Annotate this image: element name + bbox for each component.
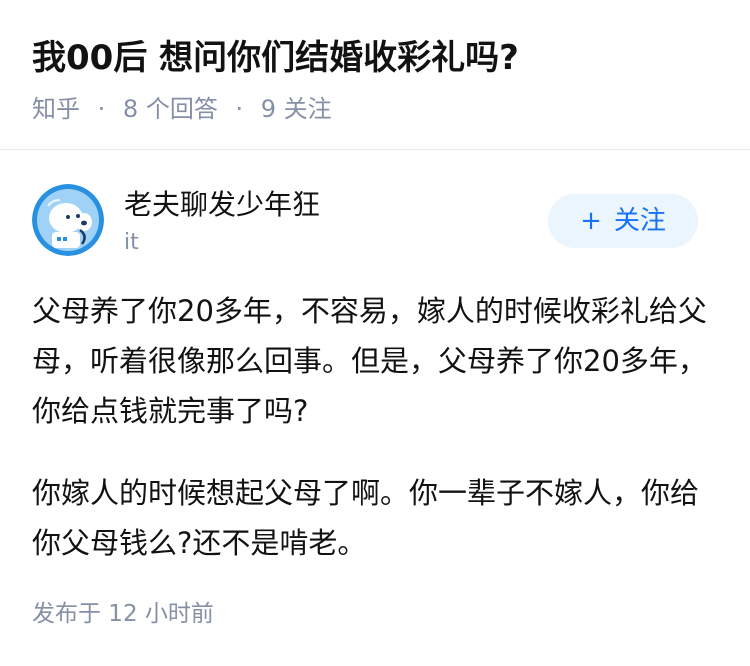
answer-count[interactable]: 8 个回答 bbox=[123, 95, 218, 123]
author-row: 老夫聊发少年狂 it + 关注 bbox=[32, 184, 718, 264]
meta-separator: · bbox=[235, 95, 244, 123]
question-meta: 知乎 · 8 个回答 · 9 关注 bbox=[32, 92, 332, 126]
answer-content: 父母养了你20多年，不容易，嫁人的时候收彩礼给父母，听着很像那么回事。但是，父母… bbox=[32, 286, 718, 600]
meta-separator: · bbox=[97, 95, 106, 123]
publish-time: 发布于 12 小时前 bbox=[32, 601, 214, 627]
follower-count: 9 关注 bbox=[260, 95, 332, 123]
follow-button[interactable]: + 关注 bbox=[548, 194, 698, 248]
answer-paragraph: 你嫁人的时候想起父母了啊。你一辈子不嫁人，你给你父母钱么?还不是啃老。 bbox=[32, 476, 700, 560]
question-title[interactable]: 我00后 想问你们结婚收彩礼吗? bbox=[32, 36, 519, 80]
author-name[interactable]: 老夫聊发少年狂 bbox=[124, 186, 320, 224]
plus-icon: + bbox=[580, 206, 602, 236]
source-label[interactable]: 知乎 bbox=[32, 95, 80, 123]
robot-mascot-avatar-icon bbox=[32, 184, 104, 256]
avatar[interactable] bbox=[32, 184, 104, 256]
answer-paragraph: 父母养了你20多年，不容易，嫁人的时候收彩礼给父母，听着很像那么回事。但是，父母… bbox=[32, 294, 707, 428]
follow-button-label: 关注 bbox=[613, 206, 666, 236]
question-header: 我00后 想问你们结婚收彩礼吗? 知乎 · 8 个回答 · 9 关注 bbox=[0, 0, 750, 150]
author-headline: it bbox=[124, 230, 139, 255]
